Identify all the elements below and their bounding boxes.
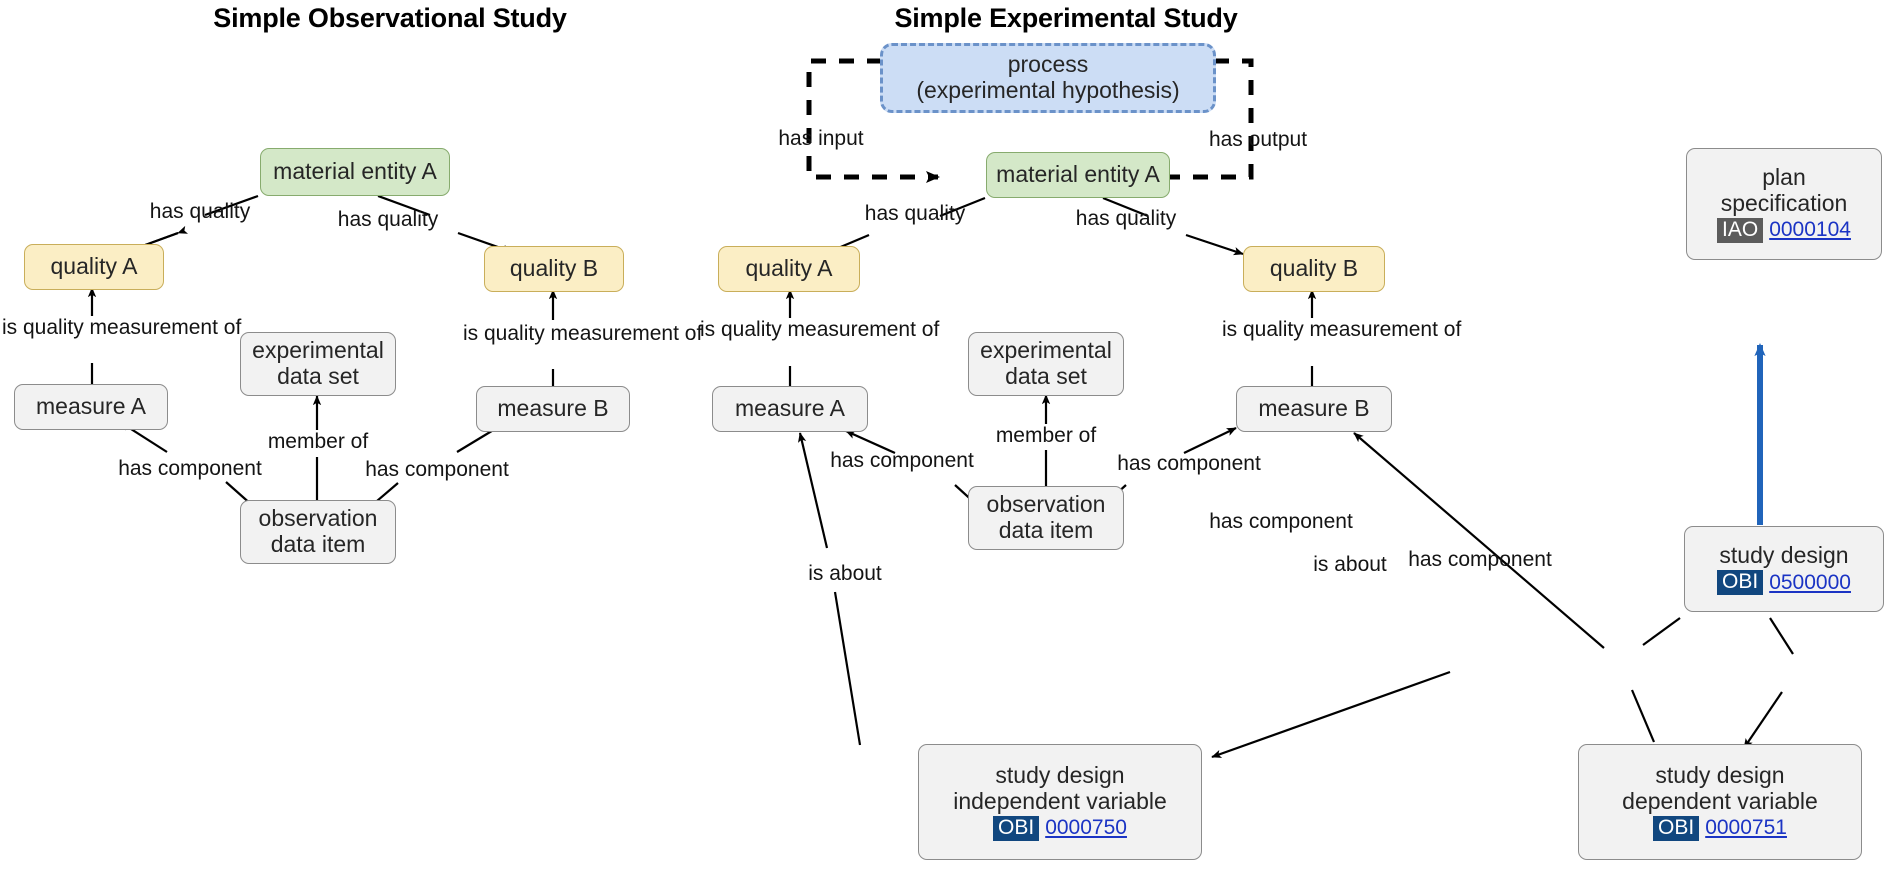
- edge-label-right-has-component-dv: has component: [1408, 548, 1552, 571]
- node-label-line2: data item: [998, 517, 1094, 543]
- node-label: quality B: [509, 255, 599, 282]
- edge-label-right-has-component-iv: has component: [1209, 510, 1353, 533]
- edge-label-right-is-quality-measurement-of-a: is quality measurement of: [700, 318, 939, 342]
- node-label: measure A: [36, 393, 146, 420]
- node-label: quality A: [50, 253, 138, 280]
- edge-right-has-component-iv: [1211, 617, 1681, 759]
- edge-label-right-has-quality-b: has quality: [1075, 207, 1177, 230]
- edge-label-left-member-of: member of: [267, 430, 369, 453]
- edge-label-left-is-quality-measurement-of-a: is quality measurement of: [2, 316, 241, 340]
- node-left-measure-b[interactable]: measure B: [476, 386, 630, 432]
- ontology-id-link[interactable]: 0000104: [1769, 218, 1851, 242]
- edge-label-right-is-about-left: is about: [808, 562, 882, 585]
- node-right-observation-data-item[interactable]: observation data item: [968, 486, 1124, 550]
- node-label-line2: data item: [270, 531, 366, 557]
- node-label: material entity A: [273, 158, 437, 185]
- edge-label-line2: measurement of: [89, 316, 242, 339]
- node-left-experimental-data-set[interactable]: experimental data set: [240, 332, 396, 396]
- node-label-line1: study design: [1719, 542, 1849, 569]
- node-left-quality-b[interactable]: quality B: [484, 246, 624, 292]
- ontology-id-line: OBI 0500000: [1717, 569, 1851, 595]
- node-left-measure-a[interactable]: measure A: [14, 384, 168, 430]
- node-left-observation-data-item[interactable]: observation data item: [240, 500, 396, 564]
- edge-right-has-component-dv: [1743, 617, 1794, 749]
- ontology-badge-obi: OBI: [1717, 569, 1764, 595]
- node-right-material-entity-a[interactable]: material entity A: [986, 152, 1170, 198]
- ontology-id-line: OBI 0000751: [1653, 815, 1787, 841]
- node-label: quality A: [745, 255, 833, 282]
- node-label: measure B: [497, 395, 609, 422]
- edge-label-line1: is quality: [1222, 318, 1304, 341]
- edge-label-right-has-input: has input: [778, 127, 864, 150]
- edge-label-line2: measurement of: [550, 322, 703, 345]
- edge-label-line1: is quality: [2, 316, 84, 339]
- node-right-process[interactable]: process (experimental hypothesis): [880, 43, 1216, 113]
- edge-label-left-has-quality-b: has quality: [337, 208, 439, 231]
- node-label-line1: observation: [258, 505, 378, 532]
- edge-label-left-has-component-a: has component: [118, 457, 262, 480]
- edge-label-right-member-of: member of: [995, 424, 1097, 447]
- edge-label-left-has-quality-a: has quality: [149, 200, 251, 223]
- node-label: measure B: [1258, 395, 1370, 422]
- edge-label-left-has-component-b: has component: [365, 458, 509, 481]
- node-label-line1: experimental: [252, 337, 384, 364]
- node-label: quality B: [1269, 255, 1359, 282]
- edge-label-right-has-output: has output: [1208, 128, 1308, 151]
- edge-label-right-has-component-b: has component: [1117, 452, 1261, 475]
- node-label-line2: specification: [1720, 189, 1848, 216]
- node-right-measure-a[interactable]: measure A: [712, 386, 868, 432]
- edge-label-line1: is quality: [463, 322, 545, 345]
- edge-label-left-is-quality-measurement-of-b: is quality measurement of: [463, 322, 702, 346]
- node-left-material-entity-a[interactable]: material entity A: [260, 148, 450, 196]
- panel-title-experimental: Simple Experimental Study: [894, 3, 1238, 33]
- node-label-line1: plan: [1762, 164, 1806, 191]
- node-right-study-design-independent-variable[interactable]: study design independent variable OBI 00…: [918, 744, 1202, 860]
- node-label-line2: data set: [277, 363, 359, 389]
- node-right-quality-b[interactable]: quality B: [1243, 246, 1385, 292]
- node-label-line2: dependent variable: [1622, 787, 1818, 814]
- node-right-study-design[interactable]: study design OBI 0500000: [1684, 526, 1884, 612]
- edge-label-line1: is quality: [700, 318, 782, 341]
- node-right-quality-a[interactable]: quality A: [718, 246, 860, 292]
- ontology-badge-iao: IAO: [1717, 217, 1764, 243]
- node-label-line1: observation: [986, 491, 1106, 518]
- node-right-measure-b[interactable]: measure B: [1236, 386, 1392, 432]
- ontology-id-link[interactable]: 0000751: [1705, 816, 1787, 840]
- edge-label-right-is-about-right: is about: [1313, 553, 1387, 576]
- node-label-line2: (experimental hypothesis): [916, 77, 1180, 103]
- node-label-line1: process: [1007, 51, 1089, 78]
- node-right-plan-specification[interactable]: plan specification IAO 0000104: [1686, 148, 1882, 260]
- edge-right-is-about-left: [798, 432, 862, 746]
- ontology-id-line: IAO 0000104: [1717, 217, 1851, 243]
- node-label-line1: experimental: [980, 337, 1112, 364]
- node-right-experimental-data-set[interactable]: experimental data set: [968, 332, 1124, 396]
- node-label: measure A: [735, 395, 845, 422]
- node-label-line1: study design: [1655, 762, 1785, 789]
- edge-label-line2: measurement of: [787, 318, 940, 341]
- node-label-line2: data set: [1005, 363, 1087, 389]
- diagram-canvas: Simple Observational Study Simple Experi…: [0, 0, 1901, 881]
- ontology-badge-obi: OBI: [993, 815, 1040, 841]
- ontology-id-link[interactable]: 0000750: [1045, 816, 1127, 840]
- ontology-id-link[interactable]: 0500000: [1769, 571, 1851, 595]
- edge-label-right-has-quality-a: has quality: [864, 202, 966, 225]
- node-label-line1: study design: [995, 762, 1125, 789]
- ontology-id-line: OBI 0000750: [993, 815, 1127, 841]
- edge-label-line2: measurement of: [1309, 318, 1462, 341]
- node-label: material entity A: [996, 161, 1160, 188]
- node-left-quality-a[interactable]: quality A: [24, 244, 164, 290]
- edge-label-right-is-quality-measurement-of-b: is quality measurement of: [1222, 318, 1461, 342]
- edge-label-right-has-component-a: has component: [830, 449, 974, 472]
- node-right-study-design-dependent-variable[interactable]: study design dependent variable OBI 0000…: [1578, 744, 1862, 860]
- ontology-badge-obi: OBI: [1653, 815, 1700, 841]
- edge-right-is-about-right: [1353, 432, 1656, 743]
- node-label-line2: independent variable: [953, 787, 1167, 814]
- panel-title-observational: Simple Observational Study: [213, 3, 567, 33]
